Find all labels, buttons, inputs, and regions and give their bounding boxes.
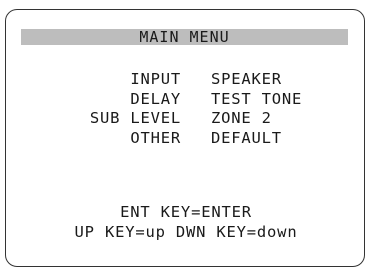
menu-item-zone-2[interactable]: ZONE 2: [211, 109, 302, 129]
footer-up-down-key-hint: UP KEY=up DWN KEY=down: [74, 223, 298, 241]
menu-item-sub-level[interactable]: SUB LEVEL: [90, 109, 181, 129]
menu-item-input[interactable]: INPUT: [90, 70, 181, 90]
title-bar: MAIN MENU: [21, 29, 348, 45]
menu-item-default[interactable]: DEFAULT: [211, 129, 302, 149]
menu-item-test-tone[interactable]: TEST TONE: [211, 90, 302, 110]
menu-item-delay[interactable]: DELAY: [90, 90, 181, 110]
footer-ent-key-hint: ENT KEY=ENTER: [120, 203, 252, 221]
menu-title: MAIN MENU: [139, 28, 230, 46]
right-menu-column: SPEAKER TEST TONE ZONE 2 DEFAULT: [211, 70, 302, 148]
left-menu-column: INPUT DELAY SUB LEVEL OTHER: [90, 70, 181, 148]
menu-item-other[interactable]: OTHER: [90, 129, 181, 149]
menu-item-speaker[interactable]: SPEAKER: [211, 70, 302, 90]
menu-screen: MAIN MENU INPUT DELAY SUB LEVEL OTHER SP…: [5, 9, 365, 267]
